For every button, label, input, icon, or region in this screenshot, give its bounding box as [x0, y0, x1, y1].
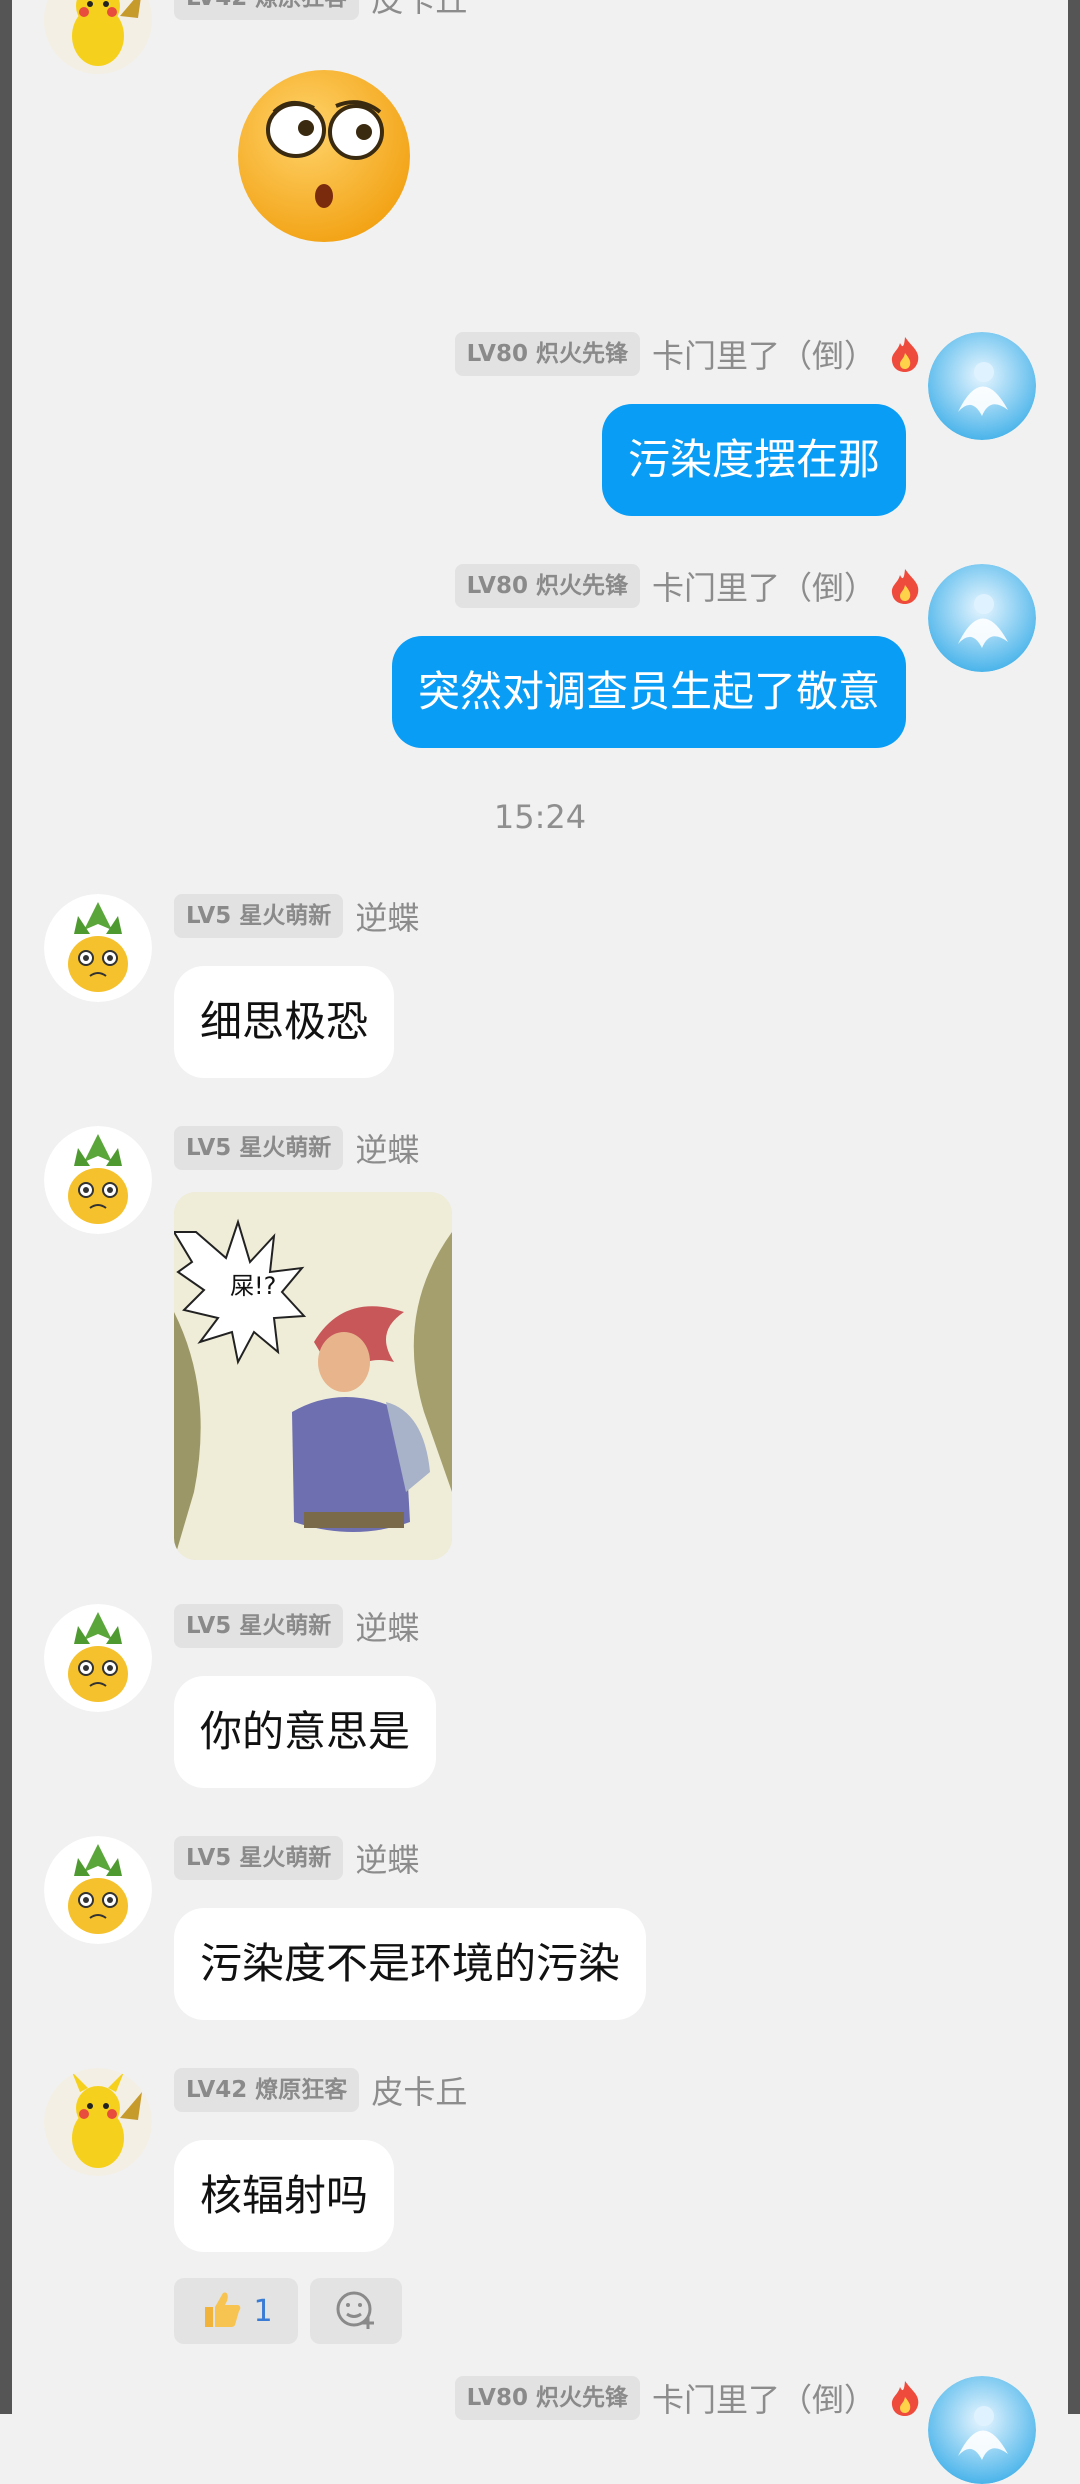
message-bubble[interactable]: 污染度摆在那 — [601, 404, 906, 516]
message-bubble[interactable]: 污染度不是环境的污染 — [174, 1908, 647, 2020]
level-badge: LV80 炽火先锋 — [454, 332, 640, 376]
add-emoji-icon — [334, 2287, 378, 2335]
right-edge — [1068, 0, 1080, 2414]
sender-nickname[interactable]: 皮卡丘 — [371, 2067, 467, 2113]
message-bubble[interactable]: 突然对调查员生起了敬意 — [391, 636, 906, 748]
message-meta: LV42 燎原狂客 皮卡丘 — [174, 2068, 467, 2112]
message-meta: LV80 炽火先锋 卡门里了（倒） — [454, 2375, 922, 2421]
message-meta: LV80 炽火先锋 卡门里了（倒） — [454, 563, 922, 609]
avatar-self[interactable] — [928, 564, 1036, 672]
reaction-count: 1 — [253, 2293, 273, 2329]
level-badge: LV5 星火萌新 — [174, 1126, 344, 1170]
chat-timestamp: 15:24 — [493, 798, 587, 836]
level-badge: LV42 燎原狂客 — [174, 2068, 360, 2112]
flame-icon — [888, 567, 922, 605]
sender-nickname[interactable]: 逆蝶 — [355, 1125, 419, 1171]
image-message[interactable]: 屎!? — [174, 1192, 452, 1560]
message-meta: LV5 星火萌新 逆蝶 — [174, 894, 419, 938]
sender-nickname[interactable]: 卡门里了（倒） — [652, 563, 876, 609]
avatar-pikachu[interactable] — [44, 0, 152, 74]
message-bubble[interactable]: 细思极恐 — [174, 966, 395, 1078]
flame-icon — [888, 2379, 922, 2417]
sender-nickname[interactable]: 卡门里了（倒） — [652, 2375, 876, 2421]
message-meta: LV80 炽火先锋 卡门里了（倒） — [454, 331, 922, 377]
flame-icon — [888, 335, 922, 373]
message-bubble[interactable]: 核辐射吗 — [174, 2140, 395, 2252]
message-bubble[interactable]: 你的意思是 — [174, 1676, 437, 1788]
level-badge: LV42 燎原狂客 — [174, 0, 360, 20]
add-reaction-button[interactable] — [310, 2278, 402, 2344]
sender-nickname[interactable]: 逆蝶 — [355, 893, 419, 939]
level-badge: LV5 星火萌新 — [174, 894, 344, 938]
message-meta: LV5 星火萌新 逆蝶 — [174, 1604, 419, 1648]
image-caption: 屎!? — [230, 1272, 276, 1300]
sender-nickname[interactable]: 卡门里了（倒） — [652, 331, 876, 377]
sender-nickname[interactable]: 逆蝶 — [355, 1835, 419, 1881]
left-edge — [0, 0, 12, 2414]
sender-nickname[interactable]: 皮卡丘 — [371, 0, 467, 21]
level-badge: LV5 星火萌新 — [174, 1836, 344, 1880]
avatar-pineapple[interactable] — [44, 894, 152, 1002]
sender-nickname[interactable]: 逆蝶 — [355, 1603, 419, 1649]
avatar-pineapple[interactable] — [44, 1836, 152, 1944]
message-meta: LV5 星火萌新 逆蝶 — [174, 1126, 419, 1170]
level-badge: LV80 炽火先锋 — [454, 2376, 640, 2420]
avatar-pineapple[interactable] — [44, 1604, 152, 1712]
level-badge: LV5 星火萌新 — [174, 1604, 344, 1648]
avatar-pineapple[interactable] — [44, 1126, 152, 1234]
avatar-self[interactable] — [928, 2376, 1036, 2484]
avatar-pikachu[interactable] — [44, 2068, 152, 2176]
level-badge: LV80 炽火先锋 — [454, 564, 640, 608]
shocked-face-emoji[interactable] — [236, 68, 412, 244]
message-meta: LV5 星火萌新 逆蝶 — [174, 1836, 419, 1880]
thumbs-up-icon — [199, 2287, 243, 2335]
message-meta: LV42 燎原狂客 皮卡丘 — [174, 0, 467, 20]
thumbs-up-reaction[interactable]: 1 — [174, 2278, 298, 2344]
avatar-self[interactable] — [928, 332, 1036, 440]
